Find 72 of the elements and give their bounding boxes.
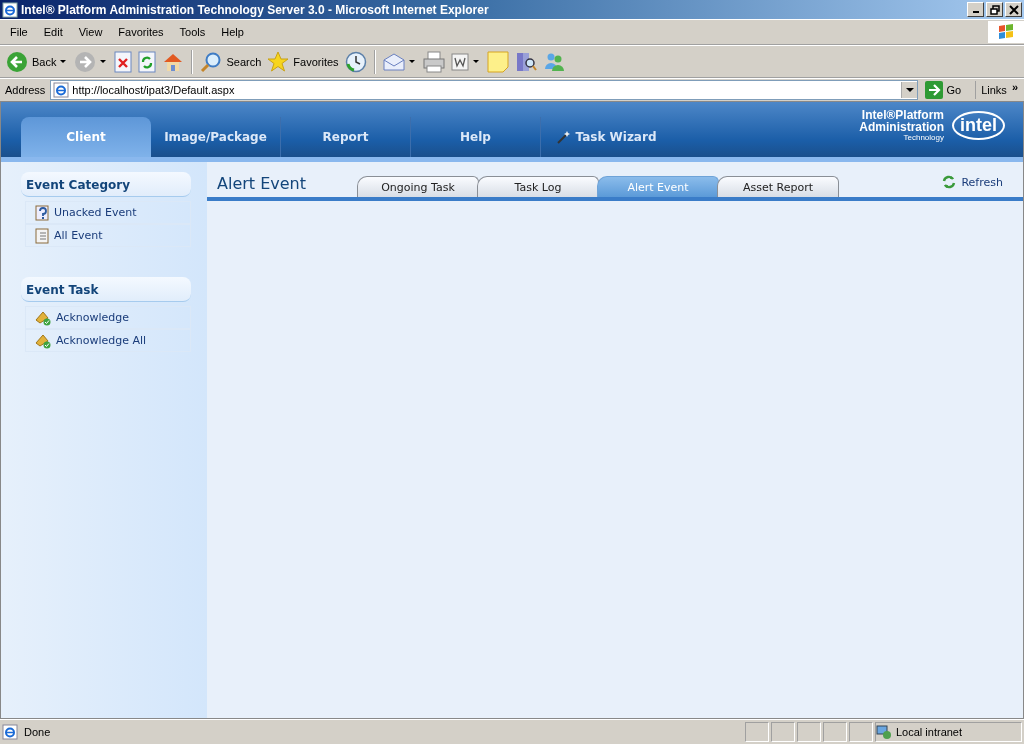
back-button[interactable]: Back <box>4 48 59 75</box>
printer-icon <box>422 50 445 73</box>
bell-check-icon <box>34 309 52 326</box>
restore-button[interactable] <box>986 2 1003 17</box>
document-icon <box>450 52 469 71</box>
menu-item[interactable]: File <box>2 26 36 38</box>
print-button[interactable] <box>420 48 447 75</box>
restore-icon <box>989 4 1000 15</box>
edit-button[interactable] <box>448 50 471 73</box>
clock-icon <box>344 50 367 73</box>
star-icon <box>267 50 290 73</box>
status-panel <box>849 722 873 742</box>
favorites-button[interactable]: Favorites <box>265 48 341 75</box>
page-title: Alert Event <box>217 174 307 195</box>
book-magnifier-icon <box>514 50 537 73</box>
menu-item[interactable]: Favorites <box>110 26 172 38</box>
page-icon <box>2 724 18 740</box>
close-icon <box>1008 4 1019 15</box>
note-icon <box>486 50 509 73</box>
sidebar-item[interactable]: Acknowledge <box>25 306 191 329</box>
status-panel <box>797 722 821 742</box>
section-title: Event Task <box>21 277 191 302</box>
wand-icon <box>555 129 570 144</box>
status-panel <box>823 722 847 742</box>
tab[interactable]: Asset Report <box>717 176 839 197</box>
security-zone: Local intranet <box>875 722 1022 742</box>
tab[interactable]: Ongoing Task <box>357 176 479 197</box>
question-document-icon <box>34 204 50 221</box>
refresh-icon <box>941 174 958 190</box>
search-button[interactable]: Search <box>198 48 264 75</box>
search-icon <box>200 50 223 73</box>
dropdown-caret-icon[interactable] <box>60 60 67 63</box>
close-button[interactable] <box>1005 2 1022 17</box>
company-logo: intel <box>952 111 1005 140</box>
menu-item[interactable]: Tools <box>171 26 214 38</box>
list-document-icon <box>34 227 50 244</box>
dropdown-caret-icon[interactable] <box>900 82 917 98</box>
go-button[interactable]: Go <box>920 81 977 99</box>
sidebar-item[interactable]: Acknowledge All <box>25 329 191 352</box>
menu-item[interactable]: Help <box>213 26 252 38</box>
network-icon <box>876 724 892 740</box>
minimize-icon <box>972 11 979 13</box>
menu-item[interactable]: Edit <box>35 26 71 38</box>
bell-check-icon <box>34 332 52 349</box>
window-title: Intel® Platform Administration Technology Server 3.0 - Microsoft Internet Explorer <box>21 2 490 17</box>
minimize-button[interactable] <box>967 2 984 17</box>
chevron-button[interactable]: » <box>1011 81 1022 99</box>
right-arrow-icon <box>924 81 943 99</box>
status-text: Done <box>23 726 52 738</box>
dropdown-caret-icon[interactable] <box>472 60 479 63</box>
links-button[interactable]: Links <box>979 84 1009 96</box>
tab[interactable]: Task Log <box>477 176 599 197</box>
sidebar-item[interactable]: All Event <box>25 224 191 247</box>
brand-name: Intel®Platform <box>861 109 944 121</box>
address-field[interactable]: http://localhost/ipat3/Default.aspx <box>50 80 918 100</box>
status-panel <box>771 722 795 742</box>
refresh-icon <box>138 50 157 73</box>
section-title: Event Category <box>21 172 191 197</box>
status-panel <box>745 722 769 742</box>
refresh-button[interactable]: Refresh <box>935 168 1009 191</box>
refresh-button[interactable] <box>136 48 159 75</box>
brand-name: Administration <box>859 121 944 133</box>
menu-item[interactable]: View <box>70 26 111 38</box>
brand-subtitle: Technology <box>903 133 944 142</box>
dropdown-caret-icon[interactable] <box>408 60 415 63</box>
sidebar-item[interactable]: Unacked Event <box>25 201 191 224</box>
address-label: Address <box>4 84 47 96</box>
stop-icon <box>114 50 133 73</box>
nav-tab[interactable]: Task Wizard <box>541 117 671 157</box>
stop-button[interactable] <box>112 48 135 75</box>
page-icon <box>53 82 70 98</box>
dropdown-caret-icon[interactable] <box>100 60 107 63</box>
